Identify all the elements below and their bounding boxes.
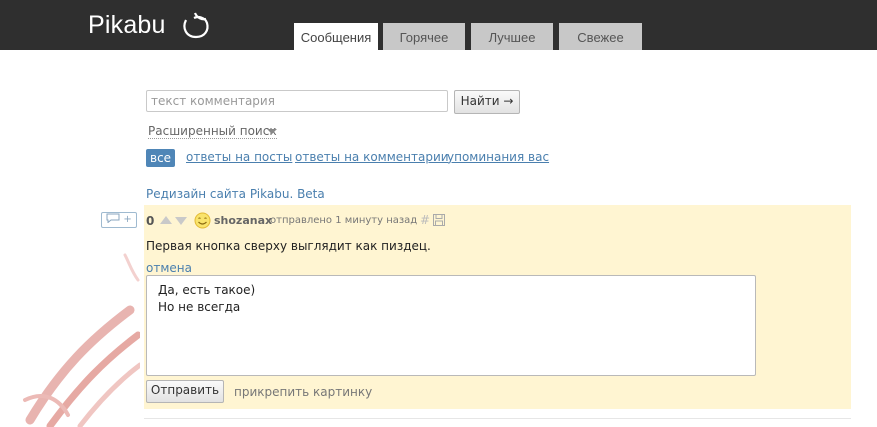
vote-up-icon[interactable] — [160, 216, 172, 224]
comment-search-input[interactable] — [146, 90, 448, 112]
filter-all[interactable]: все — [146, 149, 176, 167]
reply-counter-label: + — [123, 214, 132, 225]
smiley-avatar-icon — [194, 212, 211, 229]
tab-hot[interactable]: Горячее — [383, 23, 465, 50]
filter-comment-replies[interactable]: ответы на комментарии — [295, 150, 449, 164]
comment-timestamp: отправлено 1 минуту назад — [270, 215, 418, 226]
permalink-hash[interactable]: # — [420, 213, 430, 227]
tab-messages[interactable]: Сообщения — [294, 23, 378, 50]
filter-post-replies[interactable]: ответы на посты — [186, 150, 292, 164]
chevron-down-icon[interactable] — [267, 129, 277, 134]
vote-down-icon[interactable] — [175, 217, 187, 225]
attach-image-link[interactable]: прикрепить картинку — [234, 385, 372, 399]
site-logo[interactable]: Pikabu — [88, 10, 166, 40]
comment-rating: 0 — [146, 214, 155, 228]
submit-reply-button[interactable]: Отправить — [146, 380, 224, 403]
post-title-link[interactable]: Редизайн сайта Pikabu. Beta — [146, 187, 325, 201]
logo-icon — [183, 12, 209, 39]
top-header: Pikabu Сообщения Горячее Лучшее Свежее — [0, 0, 877, 50]
speech-bubble-icon — [106, 213, 120, 224]
tab-fresh[interactable]: Свежее — [559, 23, 642, 50]
search-button[interactable]: Найти → — [454, 90, 520, 114]
reply-counter-button[interactable]: + — [101, 212, 137, 228]
advanced-search-toggle[interactable]: Расширенный поиск — [148, 124, 277, 139]
divider — [144, 418, 851, 419]
cancel-reply-link[interactable]: отмена — [146, 261, 192, 275]
background-decoration — [23, 253, 140, 427]
reply-textarea[interactable] — [146, 275, 756, 376]
tab-best[interactable]: Лучшее — [471, 23, 553, 50]
comment-text: Первая кнопка сверху выглядит как пиздец… — [146, 239, 431, 253]
save-icon[interactable] — [433, 214, 445, 226]
comment-author[interactable]: shozanax — [214, 214, 272, 227]
filter-mentions[interactable]: упоминания вас — [447, 150, 549, 164]
